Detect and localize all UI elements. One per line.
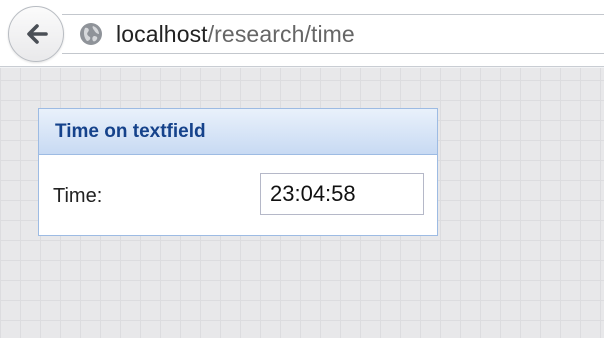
url-text: localhost/research/time	[116, 21, 355, 48]
time-label: Time:	[53, 185, 103, 207]
time-panel: Time on textfield Time:	[38, 108, 438, 236]
url-host: localhost	[116, 20, 208, 47]
globe-icon	[78, 21, 104, 47]
address-bar[interactable]: localhost/research/time	[62, 14, 604, 54]
panel-header: Time on textfield	[39, 109, 437, 155]
browser-toolbar: localhost/research/time	[0, 0, 604, 67]
panel-body: Time:	[39, 155, 437, 234]
back-arrow-icon	[22, 20, 50, 48]
panel-title: Time on textfield	[55, 120, 206, 142]
back-button[interactable]	[8, 6, 64, 62]
url-path: /research/time	[207, 20, 355, 47]
time-input[interactable]	[260, 173, 424, 215]
